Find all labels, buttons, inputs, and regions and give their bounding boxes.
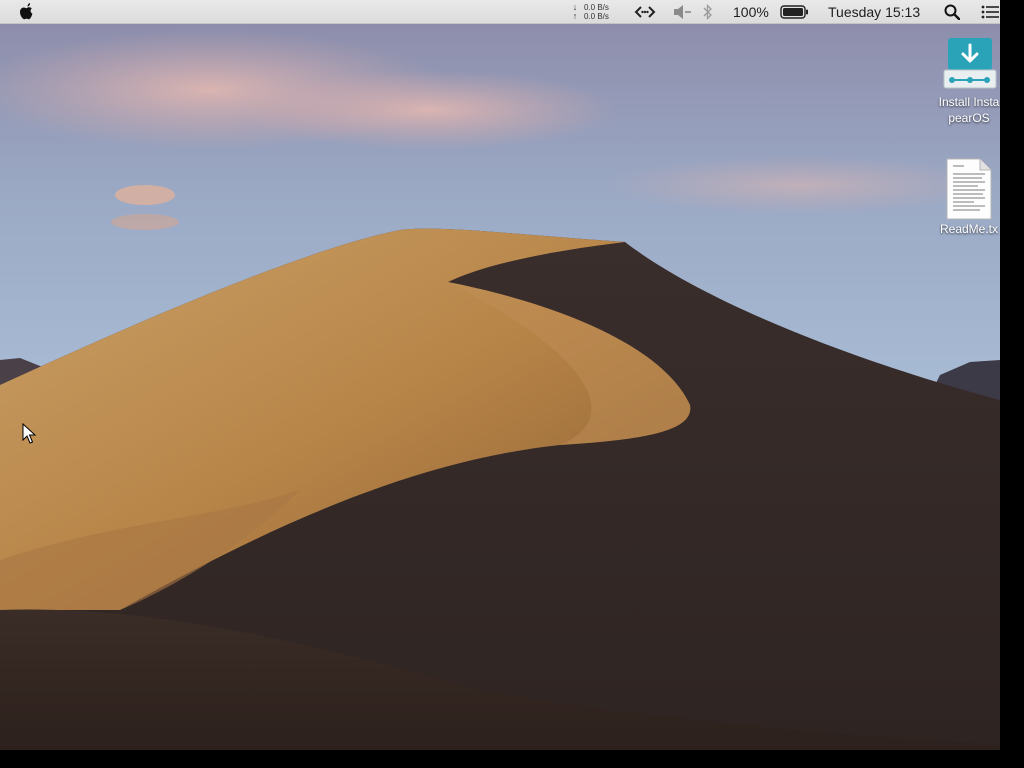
menu-clock[interactable]: Tuesday 15:13 [828,0,920,24]
download-installer-icon [943,38,997,89]
bluetooth-status[interactable] [700,0,716,24]
download-rate: 0.0 B/s [584,3,609,12]
menu-bar: ↓ ↑ 0.0 B/s 0.0 B/s 100% Tuesday 15:13 [0,0,1000,24]
apple-logo-icon [20,2,33,19]
spotlight-search[interactable] [942,0,962,24]
desktop-icon-label: ReadMe.tx [939,222,999,236]
battery-percentage[interactable]: 100% [733,0,769,24]
desktop-icon-label-line2: pearOS [948,111,990,125]
remote-code-status[interactable] [632,0,658,24]
desert-dune-wallpaper [0,0,1000,750]
apple-menu[interactable] [16,0,38,24]
desktop-icon-installer[interactable]: Install Insta pearOS [924,36,1000,126]
volume-control[interactable] [671,0,693,24]
search-icon [944,4,960,20]
bluetooth-icon [703,4,712,20]
battery-status[interactable] [779,0,809,24]
desktop[interactable]: ↓ ↑ 0.0 B/s 0.0 B/s 100% Tuesday 15:13 I… [0,0,1000,750]
mouse-pointer-icon [22,423,36,444]
notification-center[interactable] [980,0,1000,24]
desktop-icon-label: Install Insta [938,95,1000,109]
speaker-muted-icon [674,5,691,19]
upload-arrow-icon: ↑ [572,11,578,21]
desktop-icon-readme[interactable]: ReadMe.tx [924,157,1000,237]
list-icon [981,5,999,19]
text-document-icon [946,158,992,220]
network-monitor[interactable]: ↓ ↑ 0.0 B/s 0.0 B/s [570,0,622,24]
upload-rate: 0.0 B/s [584,12,609,21]
remote-code-icon [634,6,656,18]
battery-full-icon [779,5,808,19]
